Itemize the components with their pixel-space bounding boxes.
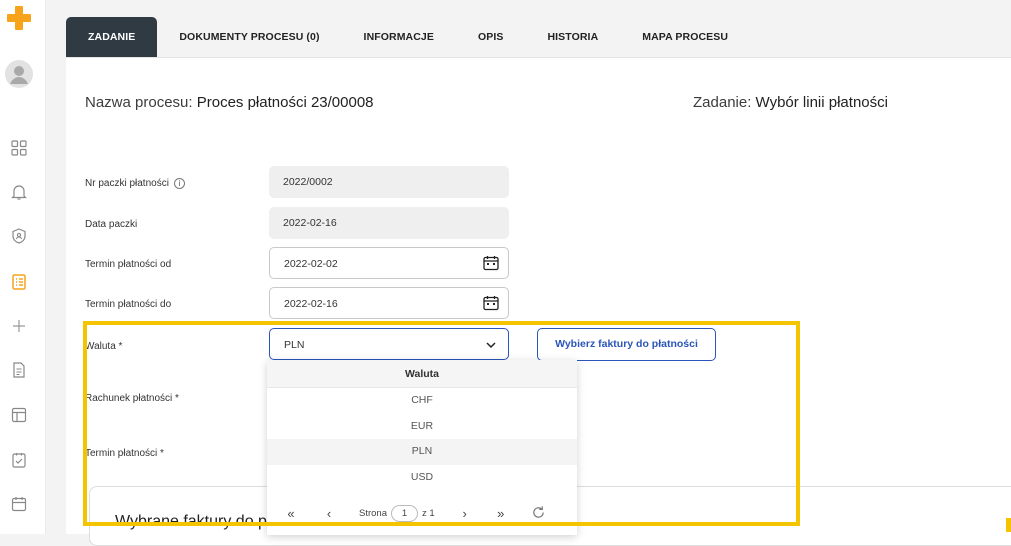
- batch-no-field: 2022/0002: [269, 166, 509, 198]
- due-from-label: Termin płatności od: [85, 259, 172, 270]
- first-page-icon[interactable]: «: [281, 506, 301, 521]
- currency-option-chf[interactable]: CHF: [267, 388, 577, 414]
- page-label: Strona: [359, 507, 387, 519]
- document-icon[interactable]: [9, 360, 29, 380]
- task-name-label: Zadanie:: [693, 94, 752, 111]
- info-icon[interactable]: i: [173, 178, 185, 189]
- task-list-icon[interactable]: [9, 272, 29, 292]
- dashboard-grid-icon[interactable]: [9, 138, 29, 158]
- currency-option-usd[interactable]: USD: [267, 465, 577, 491]
- batch-date-field: 2022-02-16: [269, 207, 509, 239]
- account-label: Rachunek płatności *: [85, 393, 179, 404]
- process-name-header: Nazwa procesu: Proces płatności 23/00008: [85, 94, 374, 111]
- batch-no-label-row: Nr paczki płatności i: [85, 178, 185, 189]
- currency-select[interactable]: PLN: [269, 328, 509, 360]
- due-date-label: Termin płatności *: [85, 448, 164, 459]
- tab-informacje[interactable]: INFORMACJE: [342, 17, 456, 57]
- page-of-label: z 1: [422, 507, 435, 519]
- logo-plus-icon[interactable]: [6, 5, 32, 31]
- process-name-label: Nazwa procesu:: [85, 94, 193, 111]
- currency-value: PLN: [284, 339, 305, 351]
- selected-invoices-title: Wybrane faktury do pła: [115, 513, 280, 530]
- last-page-icon[interactable]: »: [491, 506, 511, 521]
- task-panel: Nazwa procesu: Proces płatności 23/00008…: [66, 57, 1011, 546]
- checklist-icon[interactable]: [9, 450, 29, 470]
- task-name-header: Zadanie: Wybór linii płatności: [693, 94, 888, 111]
- currency-option-pln[interactable]: PLN: [267, 439, 577, 465]
- due-to-field[interactable]: 2022-02-16: [269, 287, 509, 319]
- calendar-icon[interactable]: [9, 494, 29, 514]
- next-page-icon[interactable]: ›: [455, 506, 475, 521]
- batch-no-label: Nr paczki płatności: [85, 178, 169, 190]
- task-name-value: Wybór linii płatności: [755, 94, 888, 111]
- currency-option-eur[interactable]: EUR: [267, 414, 577, 440]
- tab-zadanie[interactable]: ZADANIE: [66, 17, 158, 57]
- shield-icon[interactable]: [9, 226, 29, 246]
- plus-icon[interactable]: [9, 316, 29, 336]
- currency-label: Waluta *: [85, 341, 123, 352]
- refresh-icon[interactable]: [531, 505, 547, 521]
- currency-dropdown: Waluta CHF EUR PLN USD « ‹ Strona 1 z 1 …: [267, 360, 577, 535]
- tab-bar: ZADANIE DOKUMENTY PROCESU (0) INFORMACJE…: [66, 17, 750, 57]
- due-from-value: 2022-02-02: [284, 258, 338, 270]
- tab-mapa-procesu[interactable]: MAPA PROCESU: [620, 17, 750, 57]
- tab-historia[interactable]: HISTORIA: [525, 17, 620, 57]
- chevron-down-icon[interactable]: [486, 340, 496, 350]
- due-to-value: 2022-02-16: [284, 298, 338, 310]
- page-input[interactable]: 1: [391, 504, 418, 522]
- prev-page-icon[interactable]: ‹: [319, 506, 339, 521]
- main-area: ZADANIE DOKUMENTY PROCESU (0) INFORMACJE…: [46, 0, 1011, 546]
- calendar-picker-icon[interactable]: [483, 255, 499, 271]
- layout-icon[interactable]: [9, 405, 29, 425]
- due-from-field[interactable]: 2022-02-02: [269, 247, 509, 279]
- avatar-icon[interactable]: [5, 60, 33, 88]
- highlight-marker: [1006, 518, 1011, 532]
- batch-date-label: Data paczki: [85, 219, 138, 230]
- dropdown-pager: « ‹ Strona 1 z 1 › »: [267, 491, 577, 535]
- calendar-picker-icon[interactable]: [483, 295, 499, 311]
- select-invoices-button[interactable]: Wybierz faktury do płatności: [537, 328, 716, 361]
- tab-dokumenty-procesu[interactable]: DOKUMENTY PROCESU (0): [157, 17, 341, 57]
- process-name-value: Proces płatności 23/00008: [196, 94, 374, 111]
- tab-opis[interactable]: OPIS: [456, 17, 526, 57]
- bell-icon[interactable]: [9, 182, 29, 202]
- due-to-label: Termin płatności do: [85, 299, 172, 310]
- sidebar: [0, 0, 46, 534]
- dropdown-header: Waluta: [267, 360, 577, 388]
